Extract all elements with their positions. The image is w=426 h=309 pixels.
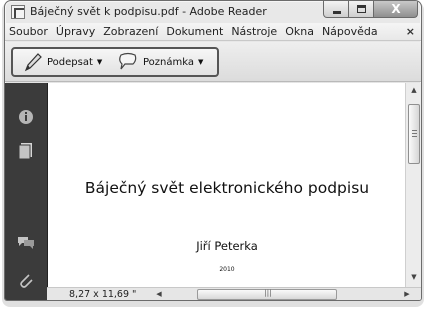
menu-okna[interactable]: Okna <box>281 23 318 41</box>
maximize-icon <box>357 5 366 13</box>
info-icon[interactable] <box>16 107 36 127</box>
caption-buttons: X <box>323 1 418 19</box>
horizontal-scroll-thumb[interactable]: ||| <box>197 289 337 300</box>
adobe-reader-app-icon[interactable] <box>11 5 25 19</box>
menu-nastroje[interactable]: Nástroje <box>227 23 281 41</box>
sign-dropdown-icon: ▼ <box>96 58 103 66</box>
note-dropdown-icon: ▼ <box>198 58 204 66</box>
document-author: Jiří Peterka <box>196 239 258 253</box>
menu-soubor[interactable]: Soubor <box>5 23 52 41</box>
minimize-icon <box>333 11 341 14</box>
comments-icon[interactable] <box>16 233 36 253</box>
scroll-up-icon[interactable]: ▲ <box>406 86 421 94</box>
pen-icon <box>24 53 42 72</box>
navigation-sidebar <box>5 83 47 300</box>
sign-button-label: Podepsat <box>47 56 93 68</box>
document-title: Báječný svět elektronického podpisu <box>84 179 370 197</box>
scroll-down-icon[interactable]: ▼ <box>406 273 421 281</box>
scroll-right-icon[interactable]: ▶ <box>401 290 413 298</box>
scroll-grip-icon: ||| <box>264 289 272 297</box>
menu-zobrazeni[interactable]: Zobrazení <box>99 23 162 41</box>
menu-dokument[interactable]: Dokument <box>162 23 227 41</box>
status-bar: 8,27 x 11,69 " ◀ ||| ▶ <box>47 287 421 300</box>
menu-bar: Soubor Úpravy Zobrazení Dokument Nástroj… <box>5 23 421 41</box>
window-title: Báječný svět k podpisu.pdf - Adobe Reade… <box>30 5 267 18</box>
document-year: 2010 <box>219 266 235 273</box>
menu-upravy[interactable]: Úpravy <box>52 23 99 41</box>
horizontal-scrollbar[interactable]: ◀ ||| ▶ <box>153 289 415 300</box>
scroll-left-icon[interactable]: ◀ <box>153 290 165 298</box>
app-window: Báječný svět k podpisu.pdf - Adobe Reade… <box>4 0 422 301</box>
menu-napoveda[interactable]: Nápověda <box>318 23 382 41</box>
note-button-label: Poznámka <box>143 56 194 68</box>
sign-button[interactable]: Podepsat ▼ <box>23 49 102 75</box>
pages-icon[interactable] <box>16 141 36 161</box>
minimize-button[interactable] <box>323 1 349 18</box>
sticky-note-icon <box>119 52 137 70</box>
close-button[interactable]: X <box>374 1 418 18</box>
maximize-button[interactable] <box>349 1 374 18</box>
document-page[interactable]: Báječný svět elektronického podpisu Jiří… <box>47 83 405 287</box>
page-size-readout: 8,27 x 11,69 " <box>69 289 137 300</box>
vertical-scrollbar[interactable]: ▲ ▼ <box>405 83 421 287</box>
sign-tool-group: Podepsat ▼ Poznámka ▼ <box>11 47 219 77</box>
title-bar[interactable]: Báječný svět k podpisu.pdf - Adobe Reade… <box>5 1 421 23</box>
vertical-scroll-thumb[interactable] <box>408 104 420 164</box>
toolbar: Podepsat ▼ Poznámka ▼ <box>5 42 421 82</box>
document-close-button[interactable]: × <box>406 23 415 41</box>
attachment-icon[interactable] <box>16 271 36 291</box>
note-button[interactable]: Poznámka ▼ <box>117 49 203 75</box>
close-icon: X <box>391 2 401 16</box>
